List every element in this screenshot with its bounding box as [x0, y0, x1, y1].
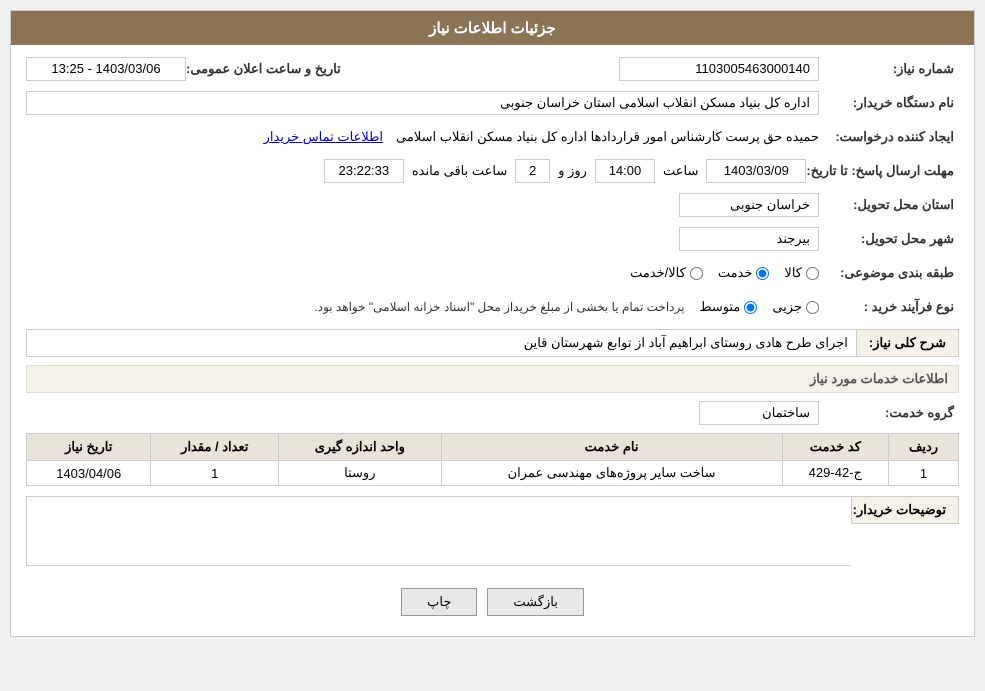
value-saat: 14:00	[595, 159, 655, 183]
th-kodKhadamat: کد خدمت	[782, 434, 888, 461]
btn-row: بازگشت چاپ	[26, 576, 959, 626]
radio-jozi-label: جزیی	[772, 299, 802, 315]
label-shomareNiaz: شماره نیاز:	[819, 61, 959, 77]
td-namKhadamat: ساخت سایر پروژه‌های مهندسی عمران	[441, 461, 782, 486]
label-toseifat: توضیحات خریدار:	[851, 496, 959, 524]
row-mohlatErsal: مهلت ارسال پاسخ: تا تاریخ: 1403/03/09 سا…	[26, 157, 959, 185]
radiogroup-noeFarayand: جزیی متوسط	[699, 299, 819, 315]
table-row: 1ج-42-429ساخت سایر پروژه‌های مهندسی عمرا…	[27, 461, 959, 486]
value-rooz: 2	[515, 159, 550, 183]
value-tarikhPasokh: 1403/03/09	[706, 159, 806, 183]
row-noeFarayand: نوع فرآیند خرید : جزیی متوسط پرداخت تمام…	[26, 293, 959, 321]
td-kodKhadamat: ج-42-429	[782, 461, 888, 486]
radio-kala-khedmat-label: کالا/خدمت	[630, 265, 686, 281]
radio-kala-khedmat[interactable]	[690, 267, 703, 280]
page-wrapper: جزئیات اطلاعات نیاز شماره نیاز: 11030054…	[0, 0, 985, 691]
value-sharhKoli: اجرای طرح هادی روستای ابراهیم آباد از تو…	[26, 329, 856, 357]
row-tabaqeBandi: طبقه بندی موضوعی: کالا خدمت کالا/خدمت	[26, 259, 959, 287]
row-namDastgah: نام دستگاه خریدار: اداره کل بنیاد مسکن ا…	[26, 89, 959, 117]
label-ostanTahvil: استان محل تحویل:	[819, 197, 959, 213]
radio-kala-label: کالا	[784, 265, 802, 281]
value-namDastgah: اداره کل بنیاد مسکن انقلاب اسلامی استان …	[26, 91, 819, 115]
radio-khedmat[interactable]	[756, 267, 769, 280]
label-noeFarayand: نوع فرآیند خرید :	[819, 299, 959, 315]
radio-item-motevasset: متوسط	[699, 299, 757, 315]
section-khadamat: اطلاعات خدمات مورد نیاز	[26, 365, 959, 393]
value-noeFarayand-note: پرداخت تمام یا بخشی از مبلغ خریداز محل "…	[314, 300, 684, 314]
row-shomareNiaz: شماره نیاز: 1103005463000140 تاریخ و ساع…	[26, 55, 959, 83]
th-tarikh: تاریخ نیاز	[27, 434, 151, 461]
radio-kala[interactable]	[806, 267, 819, 280]
label-ijadKonande: ایجاد کننده درخواست:	[819, 129, 959, 145]
td-tedad: 1	[151, 461, 279, 486]
radio-item-kala: کالا	[784, 265, 819, 281]
services-table: ردیف کد خدمت نام خدمت واحد اندازه گیری ت…	[26, 433, 959, 486]
label-namDastgah: نام دستگاه خریدار:	[819, 95, 959, 111]
radio-jozi[interactable]	[806, 301, 819, 314]
toseifat-input[interactable]	[26, 496, 851, 566]
label-saat: ساعت	[663, 163, 698, 179]
label-shahrTahvil: شهر محل تحویل:	[819, 231, 959, 247]
value-shahrTahvil: بیرجند	[679, 227, 819, 251]
radio-motevasset-label: متوسط	[699, 299, 740, 315]
row-geroheKhadamat: گروه خدمت: ساختمان	[26, 399, 959, 427]
content-area: شماره نیاز: 1103005463000140 تاریخ و ساع…	[11, 45, 974, 636]
row-ijadKonande: ایجاد کننده درخواست: حمیده حق پرست کارشن…	[26, 123, 959, 151]
value-shomareNiaz: 1103005463000140	[619, 57, 819, 81]
radio-motevasset[interactable]	[744, 301, 757, 314]
radiogroup-tabaqeBandi: کالا خدمت کالا/خدمت	[630, 265, 819, 281]
row-toseifat: توضیحات خریدار:	[26, 496, 959, 566]
radio-item-khedmat: خدمت	[718, 265, 770, 281]
label-sharhKoli: شرح کلی نیاز:	[856, 329, 959, 357]
main-container: جزئیات اطلاعات نیاز شماره نیاز: 11030054…	[10, 10, 975, 637]
th-vahed: واحد اندازه گیری	[279, 434, 441, 461]
value-geroheKhadamat: ساختمان	[699, 401, 819, 425]
row-ostanTahvil: استان محل تحویل: خراسان جنوبی	[26, 191, 959, 219]
th-namKhadamat: نام خدمت	[441, 434, 782, 461]
radio-item-kala-khedmat: کالا/خدمت	[630, 265, 703, 281]
label-mohlatErsal: مهلت ارسال پاسخ: تا تاریخ:	[806, 163, 959, 179]
table-header-row: ردیف کد خدمت نام خدمت واحد اندازه گیری ت…	[27, 434, 959, 461]
row-sharhKoli: شرح کلی نیاز: اجرای طرح هادی روستای ابرا…	[26, 329, 959, 357]
th-radif: ردیف	[889, 434, 959, 461]
radio-item-jozi: جزیی	[772, 299, 819, 315]
td-tarikh: 1403/04/06	[27, 461, 151, 486]
td-radif: 1	[889, 461, 959, 486]
value-tarikhElan: 1403/03/06 - 13:25	[26, 57, 186, 81]
th-tedad: تعداد / مقدار	[151, 434, 279, 461]
label-tarikhElan: تاریخ و ساعت اعلان عمومی:	[186, 61, 346, 77]
page-header: جزئیات اطلاعات نیاز	[11, 11, 974, 45]
label-baghimande: ساعت باقی مانده	[412, 163, 507, 179]
link-ijtilaat[interactable]: اطلاعات تماس خریدار	[264, 129, 383, 145]
td-vahed: روستا	[279, 461, 441, 486]
btn-back[interactable]: بازگشت	[487, 588, 583, 616]
value-baghimande: 23:22:33	[324, 159, 404, 183]
radio-khedmat-label: خدمت	[718, 265, 753, 281]
label-tabaqeBandi: طبقه بندی موضوعی:	[819, 265, 959, 281]
value-ijadKonande: حمیده حق پرست کارشناس امور قراردادها ادا…	[396, 129, 819, 145]
label-rooz: روز و	[558, 163, 587, 179]
page-title: جزئیات اطلاعات نیاز	[429, 20, 556, 37]
label-geroheKhadamat: گروه خدمت:	[819, 405, 959, 421]
value-ostanTahvil: خراسان جنوبی	[679, 193, 819, 217]
btn-print[interactable]: چاپ	[401, 588, 477, 616]
row-shahrTahvil: شهر محل تحویل: بیرجند	[26, 225, 959, 253]
